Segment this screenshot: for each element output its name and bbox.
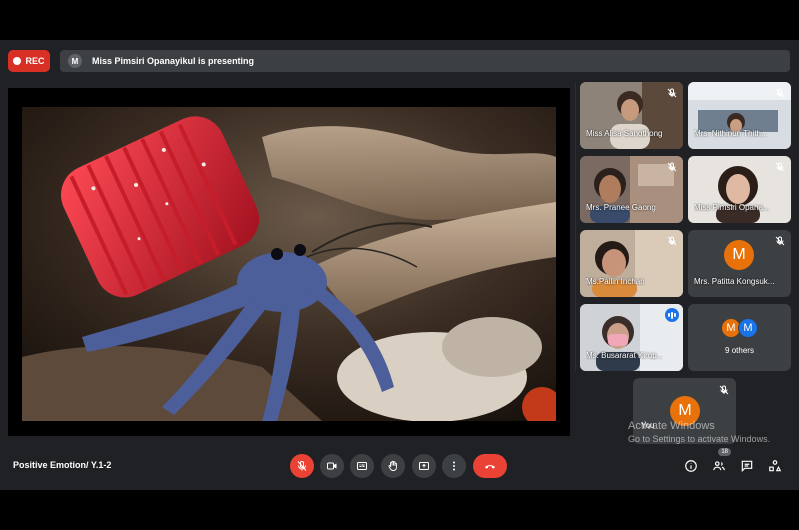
- info-icon: [685, 460, 697, 472]
- activities-button[interactable]: [767, 458, 783, 474]
- camera-icon: [327, 462, 337, 470]
- presenting-banner[interactable]: M Miss Pimsiri Opanayikul is presenting: [60, 50, 790, 72]
- participant-avatar: M: [724, 240, 754, 270]
- meeting-title: Positive Emotion/ Y.1-2: [13, 460, 112, 470]
- control-bar: Positive Emotion/ Y.1-2 18: [0, 448, 799, 490]
- mic-off-icon: [667, 236, 677, 246]
- mic-off-icon: [775, 236, 785, 246]
- others-label: 9 others: [725, 346, 754, 355]
- activate-windows-watermark: Activate Windows Go to Settings to activ…: [628, 420, 770, 444]
- participant-name: Miss Pimsiri Opana...: [694, 203, 770, 212]
- chat-button[interactable]: [739, 458, 755, 474]
- participant-tile[interactable]: Miss Pimsiri Opana...: [688, 156, 791, 223]
- meet-window: REC M Miss Pimsiri Opanayikul is present…: [0, 40, 799, 490]
- participant-tile[interactable]: M Mrs. Patitta Kongsuk...: [688, 230, 791, 297]
- rec-dot-icon: [13, 57, 22, 65]
- raise-hand-icon: [388, 460, 397, 471]
- participant-name: Ms.Pailin Inchan: [586, 277, 645, 286]
- participant-name: Mrs. Nithinun Thith...: [694, 129, 768, 138]
- mic-off-icon: [775, 88, 785, 98]
- end-call-icon: [485, 465, 495, 469]
- present-icon: [419, 462, 429, 470]
- people-button[interactable]: 18: [711, 448, 731, 474]
- mic-off-icon: [775, 162, 785, 172]
- captions-button[interactable]: [350, 454, 374, 478]
- watermark-line1: Activate Windows: [628, 420, 715, 432]
- participant-count-badge: 18: [718, 448, 731, 456]
- presentation-stage[interactable]: [8, 88, 570, 436]
- more-options-button[interactable]: [442, 454, 466, 478]
- top-bar: REC M Miss Pimsiri Opanayikul is present…: [0, 40, 799, 80]
- more-icon: [453, 461, 455, 471]
- presenter-avatar: M: [68, 54, 82, 68]
- activities-icon: [769, 460, 782, 472]
- rec-label: REC: [25, 56, 45, 66]
- mic-off-icon: [667, 88, 677, 98]
- participant-name: Mrs. Pranee Gaong: [586, 203, 656, 212]
- present-button[interactable]: [412, 454, 436, 478]
- participant-tile[interactable]: Mrs. Nithinun Thith...: [688, 82, 791, 149]
- participant-tile[interactable]: Miss Alisa Sangthong: [580, 82, 683, 149]
- captions-icon: [357, 462, 367, 470]
- mic-off-icon: [719, 385, 729, 395]
- participant-tile-active[interactable]: Ms. Busararat Kirop...: [580, 304, 683, 371]
- camera-toggle-button[interactable]: [320, 454, 344, 478]
- participant-name: Ms. Busararat Kirop...: [586, 351, 664, 360]
- chat-icon: [741, 460, 753, 473]
- recording-badge: REC: [8, 50, 50, 72]
- watermark-line2: Go to Settings to activate Windows.: [628, 434, 771, 444]
- participant-name: Miss Alisa Sangthong: [586, 129, 663, 138]
- mic-off-icon: [667, 162, 677, 172]
- participant-tile[interactable]: Mrs. Pranee Gaong: [580, 156, 683, 223]
- presentation-image: [22, 107, 556, 421]
- people-icon: [713, 461, 725, 471]
- leave-call-button[interactable]: [473, 454, 507, 478]
- speaking-indicator-icon: [665, 308, 679, 322]
- mic-off-icon: [297, 460, 307, 471]
- panel-divider: [575, 82, 576, 372]
- meeting-details-button[interactable]: [683, 458, 699, 474]
- others-avatar: M: [738, 318, 758, 338]
- participant-tile[interactable]: Ms.Pailin Inchan: [580, 230, 683, 297]
- mic-toggle-button[interactable]: [290, 454, 314, 478]
- presenting-text: Miss Pimsiri Opanayikul is presenting: [92, 56, 255, 66]
- others-tile[interactable]: M M 9 others: [688, 304, 791, 371]
- raise-hand-button[interactable]: [381, 454, 405, 478]
- participant-name: Mrs. Patitta Kongsuk...: [694, 277, 775, 286]
